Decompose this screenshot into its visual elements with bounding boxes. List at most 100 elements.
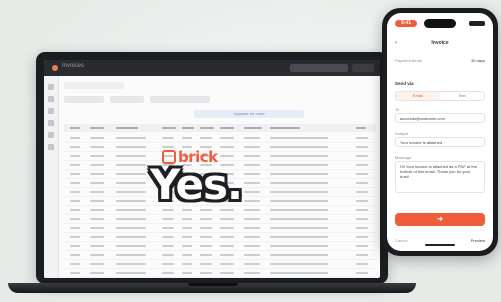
cancel-link[interactable]: Cancel bbox=[395, 238, 407, 243]
status-dropdown[interactable] bbox=[110, 96, 144, 103]
table-row[interactable] bbox=[64, 134, 376, 143]
create-invoice-button[interactable] bbox=[290, 64, 348, 72]
table-cell bbox=[356, 164, 368, 166]
table-cell bbox=[244, 227, 260, 229]
table-cell bbox=[200, 245, 212, 247]
dynamic-island bbox=[424, 19, 456, 28]
table-cell bbox=[162, 236, 174, 238]
table-cell bbox=[356, 173, 368, 175]
table-cell bbox=[356, 200, 368, 202]
table-cell bbox=[70, 164, 80, 166]
table-cell bbox=[116, 164, 146, 166]
table-cell bbox=[220, 227, 234, 229]
table-cell bbox=[70, 200, 80, 202]
table-cell bbox=[244, 236, 260, 238]
customers-icon[interactable] bbox=[48, 108, 54, 114]
table-cell bbox=[356, 263, 368, 265]
table-row[interactable] bbox=[64, 215, 376, 224]
table-cell bbox=[70, 146, 80, 148]
table-cell bbox=[356, 254, 368, 256]
table-cell bbox=[200, 254, 212, 256]
table-cell bbox=[356, 272, 368, 274]
table-cell bbox=[70, 209, 80, 211]
table-cell bbox=[244, 137, 260, 139]
table-cell bbox=[244, 254, 260, 256]
table-cell bbox=[200, 263, 212, 265]
settings-icon[interactable] bbox=[48, 144, 54, 150]
table-cell bbox=[356, 245, 368, 247]
table-cell bbox=[70, 173, 80, 175]
table-cell bbox=[244, 263, 260, 265]
message-label: Message bbox=[395, 155, 412, 160]
sidebar bbox=[44, 76, 59, 278]
table-cell bbox=[90, 236, 104, 238]
table-row[interactable] bbox=[64, 224, 376, 233]
table-cell bbox=[200, 236, 212, 238]
table-cell bbox=[162, 272, 174, 274]
table-cell bbox=[244, 200, 260, 202]
table-cell bbox=[90, 164, 104, 166]
table-cell bbox=[270, 272, 328, 274]
table-cell bbox=[70, 218, 80, 220]
account-menu-button[interactable] bbox=[352, 64, 374, 72]
battery-icon bbox=[469, 21, 485, 26]
table-cell bbox=[270, 263, 328, 265]
payment-terms-value[interactable]: 30 days bbox=[471, 58, 485, 63]
table-cell bbox=[70, 245, 80, 247]
table-cell bbox=[116, 236, 146, 238]
upgrade-banner[interactable]: Upgrade for more bbox=[194, 110, 304, 118]
subject-field[interactable]: Your invoice is attached bbox=[395, 137, 485, 147]
send-button[interactable]: ➜ bbox=[395, 213, 485, 226]
reports-icon[interactable] bbox=[48, 132, 54, 138]
app-topbar: Invoices bbox=[44, 60, 380, 76]
table-cell bbox=[116, 218, 146, 220]
table-cell bbox=[244, 182, 260, 184]
table-cell bbox=[182, 218, 192, 220]
table-cell bbox=[162, 254, 174, 256]
table-cell bbox=[270, 191, 328, 193]
table-cell bbox=[270, 146, 328, 148]
invoice-icon[interactable] bbox=[48, 96, 54, 102]
table-row[interactable] bbox=[64, 242, 376, 251]
table-cell bbox=[116, 272, 146, 274]
table-cell bbox=[270, 245, 328, 247]
table-cell bbox=[182, 263, 192, 265]
app-logo-icon bbox=[52, 65, 58, 71]
table-cell bbox=[116, 209, 146, 211]
table-row[interactable] bbox=[64, 233, 376, 242]
products-icon[interactable] bbox=[48, 120, 54, 126]
table-cell bbox=[162, 245, 174, 247]
table-cell bbox=[270, 164, 328, 166]
to-field[interactable]: accounts@customer.com bbox=[395, 113, 485, 123]
table-cell bbox=[356, 191, 368, 193]
table-cell bbox=[162, 209, 174, 211]
table-row[interactable] bbox=[64, 251, 376, 260]
table-row[interactable] bbox=[64, 269, 376, 278]
table-cell bbox=[116, 182, 146, 184]
table-cell bbox=[116, 155, 146, 157]
table-cell bbox=[244, 146, 260, 148]
search-input[interactable] bbox=[150, 96, 210, 103]
to-label: To bbox=[395, 107, 400, 112]
home-icon[interactable] bbox=[48, 84, 54, 90]
table-cell bbox=[270, 227, 328, 229]
table-cell bbox=[270, 218, 328, 220]
table-cell bbox=[220, 137, 234, 139]
table-cell bbox=[270, 236, 328, 238]
send-method-toggle[interactable]: Email Text bbox=[395, 91, 485, 101]
table-cell bbox=[270, 137, 328, 139]
option-email[interactable]: Email bbox=[396, 92, 440, 100]
message-field[interactable]: Hi! Your invoice is attached as a PDF at… bbox=[395, 161, 485, 193]
table-cell bbox=[116, 146, 146, 148]
preview-link[interactable]: Preview bbox=[471, 238, 485, 243]
table-cell bbox=[70, 254, 80, 256]
send-via-label: Send via bbox=[395, 81, 414, 86]
table-row[interactable] bbox=[64, 260, 376, 269]
table-cell bbox=[90, 245, 104, 247]
table-cell bbox=[70, 191, 80, 193]
table-cell bbox=[116, 254, 146, 256]
table-cell bbox=[220, 146, 234, 148]
table-cell bbox=[270, 209, 328, 211]
filter-dropdown[interactable] bbox=[64, 96, 104, 103]
option-text[interactable]: Text bbox=[440, 92, 484, 100]
